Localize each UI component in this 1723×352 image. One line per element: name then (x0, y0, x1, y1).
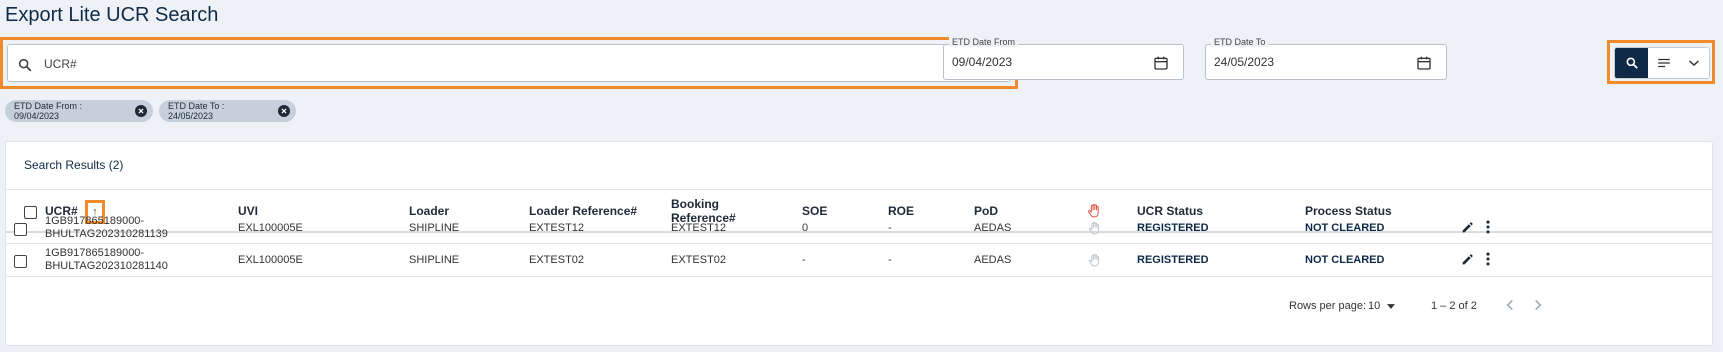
pagination-range: 1 – 2 of 2 (1431, 300, 1477, 312)
cell-ucr-status: REGISTERED (1137, 222, 1209, 234)
select-all-checkbox[interactable] (24, 206, 37, 219)
hand-icon[interactable] (1088, 254, 1100, 267)
cell-loader-reference: EXTEST02 (529, 254, 585, 266)
rows-per-page-select[interactable]: 10 (1368, 300, 1396, 312)
next-page-button[interactable] (1534, 298, 1542, 314)
search-input[interactable] (42, 51, 946, 77)
results-card: Search Results (2) UCR# ↑ UVI Loader Loa… (5, 141, 1713, 346)
ucr-line-2: BHULTAG202310281139 (45, 228, 168, 240)
search-actions (1614, 47, 1710, 79)
hand-icon (1088, 204, 1099, 218)
search-button[interactable] (1615, 48, 1648, 78)
filter-chip-date-from: ETD Date From : 09/04/2023 (5, 100, 153, 122)
cell-ucr-status: REGISTERED (1137, 254, 1209, 266)
search-field[interactable] (7, 44, 1011, 82)
more-vertical-icon[interactable] (1485, 252, 1491, 266)
chevron-right-icon (1535, 299, 1542, 311)
rows-per-page-label: Rows per page: (1289, 300, 1367, 312)
ucr-line-2: BHULTAG202310281140 (45, 260, 168, 272)
cell-ucr: 1GB917865189000- BHULTAG202310281140 (45, 247, 168, 273)
cell-booking-reference: EXTEST12 (671, 222, 727, 234)
ucr-line-1: 1GB917865189000- (45, 247, 145, 259)
chevron-down-icon (1689, 60, 1699, 67)
cell-pod: AEDAS (974, 254, 1012, 266)
cell-pod: AEDAS (974, 222, 1012, 234)
cell-process-status: NOT CLEARED (1305, 222, 1385, 234)
search-options-dropdown[interactable] (1679, 48, 1709, 78)
cell-process-status: NOT CLEARED (1305, 254, 1385, 266)
row-divider (6, 276, 1712, 277)
chip-label: ETD Date To : 24/05/2023 (168, 101, 225, 121)
search-icon (18, 58, 32, 72)
cell-booking-reference: EXTEST02 (671, 254, 727, 266)
row-checkbox[interactable] (14, 255, 27, 268)
cell-uvi: EXL100005E (238, 222, 303, 234)
row-checkbox[interactable] (14, 223, 27, 236)
previous-page-button[interactable] (1506, 298, 1514, 314)
close-icon[interactable] (135, 105, 147, 117)
advanced-filter-button[interactable] (1649, 48, 1679, 78)
search-icon (1626, 57, 1638, 69)
etd-date-from-field[interactable]: ETD Date From (943, 37, 1184, 80)
pencil-icon[interactable] (1461, 221, 1474, 234)
calendar-icon[interactable] (1153, 55, 1169, 71)
hand-icon[interactable] (1088, 222, 1100, 235)
filter-chip-date-to: ETD Date To : 24/05/2023 (159, 100, 296, 122)
results-title: Search Results (2) (24, 158, 124, 172)
search-highlight (0, 37, 1018, 89)
divider (6, 189, 1712, 190)
cell-roe: - (888, 254, 892, 266)
etd-date-to-input[interactable] (1212, 54, 1416, 70)
chevron-left-icon (1506, 299, 1513, 311)
cell-uvi: EXL100005E (238, 254, 303, 266)
rows-per-page-value: 10 (1368, 300, 1381, 312)
cell-soe: 0 (802, 222, 809, 234)
etd-date-to-label: ETD Date To (1211, 37, 1269, 47)
more-vertical-icon[interactable] (1485, 220, 1491, 234)
chip-label: ETD Date From : 09/04/2023 (14, 101, 83, 121)
etd-date-to-field[interactable]: ETD Date To (1205, 37, 1447, 80)
caret-down-icon (1387, 303, 1396, 309)
booking-header-line1: Booking (671, 197, 719, 211)
cell-loader-reference: EXTEST12 (529, 222, 585, 234)
cell-loader: SHIPLINE (409, 222, 460, 234)
cell-loader: SHIPLINE (409, 254, 460, 266)
search-actions-highlight (1607, 40, 1715, 84)
pencil-icon[interactable] (1461, 253, 1474, 266)
close-icon[interactable] (278, 105, 290, 117)
etd-date-from-label: ETD Date From (949, 37, 1019, 47)
row-divider (6, 243, 1712, 244)
cell-roe: - (888, 222, 892, 234)
etd-date-from-input[interactable] (950, 54, 1154, 70)
filter-lines-icon (1658, 58, 1670, 68)
cell-ucr: 1GB917865189000- BHULTAG202310281139 (45, 215, 168, 241)
ucr-line-1: 1GB917865189000- (45, 215, 145, 227)
cell-soe: - (802, 254, 806, 266)
calendar-icon[interactable] (1416, 55, 1432, 71)
page-title: Export Lite UCR Search (5, 4, 219, 26)
